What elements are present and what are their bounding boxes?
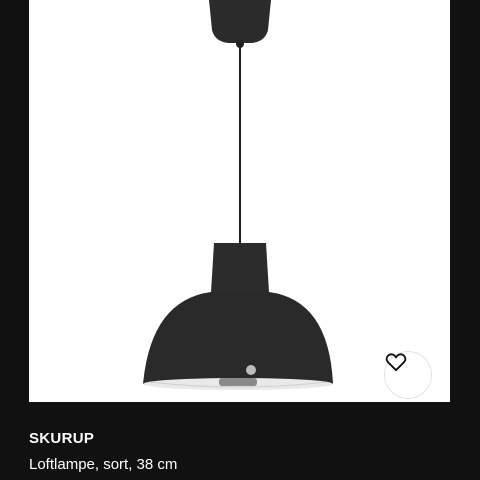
heart-outline-icon: [385, 353, 407, 372]
lamp-screw: [246, 365, 256, 375]
lamp-bulb: [219, 378, 257, 386]
lamp-shade: [143, 292, 333, 384]
product-image[interactable]: [29, 0, 450, 402]
product-name[interactable]: SKURUP: [29, 430, 94, 447]
lamp-neck: [211, 243, 269, 292]
product-description: Loftlampe, sort, 38 cm: [29, 456, 178, 473]
ceiling-canopy: [209, 0, 271, 43]
product-card[interactable]: SKURUP Loftlampe, sort, 38 cm: [0, 0, 480, 480]
pendant-lamp-image: [143, 0, 333, 390]
favorite-button[interactable]: [384, 351, 432, 399]
